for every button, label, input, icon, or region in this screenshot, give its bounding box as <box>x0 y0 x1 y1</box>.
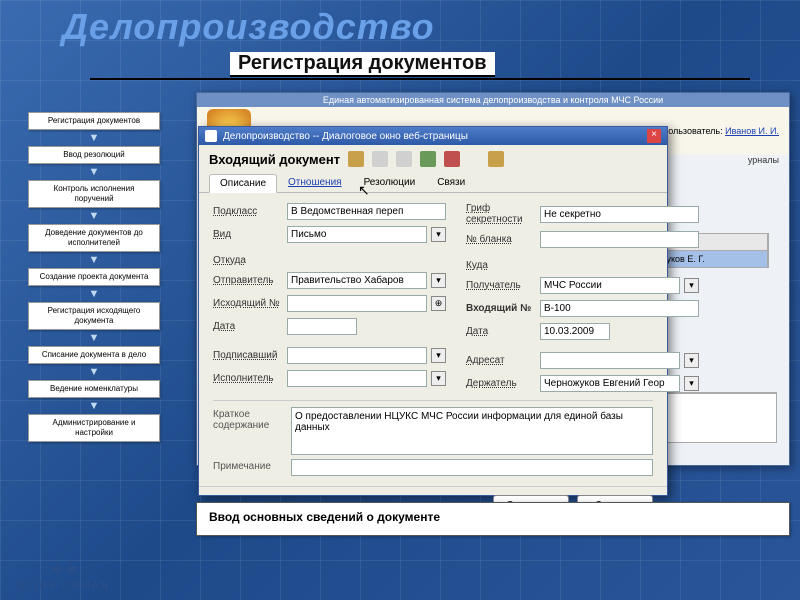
otprav-label: Отправитель <box>213 275 283 286</box>
derj-label: Держатель <box>466 378 536 389</box>
vid-input[interactable] <box>287 226 427 243</box>
poluch-label: Получатель <box>466 280 536 291</box>
adresat-input[interactable] <box>540 352 680 369</box>
sidebar-item-archive[interactable]: Списание документа в дело <box>28 346 160 364</box>
adresat-picker-icon[interactable]: ▾ <box>684 353 699 368</box>
ishno-picker-icon[interactable]: ⊕ <box>431 296 446 311</box>
otprav-input[interactable] <box>287 272 427 289</box>
prim-label: Примечание <box>213 459 283 476</box>
vid-picker-icon[interactable]: ▾ <box>431 227 446 242</box>
podpis-picker-icon[interactable]: ▾ <box>431 348 446 363</box>
vhno-input[interactable] <box>540 300 699 317</box>
data-out-label: Дата <box>213 321 283 332</box>
tab-resolutions[interactable]: Резолюции <box>353 173 427 192</box>
excel-icon[interactable] <box>420 151 436 167</box>
data-in-label: Дата <box>466 326 536 337</box>
tab-links[interactable]: Связи <box>426 173 476 192</box>
grif-input[interactable] <box>540 206 699 223</box>
ispol-picker-icon[interactable]: ▾ <box>431 371 446 386</box>
derj-input[interactable] <box>540 375 680 392</box>
kratkoe-label: Краткое содержание <box>213 407 283 455</box>
close-icon[interactable]: × <box>647 129 661 143</box>
poluch-picker-icon[interactable]: ▾ <box>684 278 699 293</box>
tab-description[interactable]: Описание <box>209 174 277 193</box>
podpis-label: Подписавший <box>213 350 283 361</box>
prim-input[interactable] <box>291 459 653 476</box>
page-title: Делопроизводство <box>62 6 435 48</box>
blank-label: № бланка <box>466 234 536 245</box>
kratkoe-textarea[interactable] <box>291 407 653 455</box>
sidebar-item-admin[interactable]: Администрирование и настройки <box>28 414 160 442</box>
data-out-input[interactable] <box>287 318 357 335</box>
app-titlebar: Единая автоматизированная система делопр… <box>197 93 789 107</box>
ispol-label: Исполнитель <box>213 373 283 384</box>
derj-picker-icon[interactable]: ▾ <box>684 376 699 391</box>
incoming-doc-dialog: Делопроизводство -- Диалоговое окно веб-… <box>198 126 668 496</box>
sidebar-item-outgoing[interactable]: Регистрация исходящего документа <box>28 302 160 330</box>
sidebar-item-resolutions[interactable]: Ввод резолюций <box>28 146 160 164</box>
otprav-picker-icon[interactable]: ▾ <box>431 273 446 288</box>
attach-icon[interactable] <box>488 151 504 167</box>
blank-input[interactable] <box>540 231 699 248</box>
otkuda-label: Откуда <box>213 255 283 266</box>
data-in-input[interactable] <box>540 323 610 340</box>
sidebar-item-register[interactable]: Регистрация документов <box>28 112 160 130</box>
journals-link[interactable]: урналы <box>748 155 779 165</box>
ishno-label: Исходящий № <box>213 298 283 309</box>
user-info: Пользователь: Иванов И. И. <box>662 126 779 136</box>
vendor-logo: ✶✶ STINS COMAN <box>18 560 110 592</box>
podklass-label: Подкласс <box>213 206 283 217</box>
print-icon[interactable] <box>372 151 388 167</box>
vhno-label: Входящий № <box>466 303 536 314</box>
dialog-icon <box>205 130 217 142</box>
podklass-input[interactable] <box>287 203 446 220</box>
dialog-tabs: Описание Отношения Резолюции Связи <box>199 173 667 193</box>
podpis-input[interactable] <box>287 347 427 364</box>
export-icon[interactable] <box>396 151 412 167</box>
page-subtitle: Регистрация документов <box>230 52 495 77</box>
sidebar-item-control[interactable]: Контроль исполнения поручений <box>28 180 160 208</box>
ispol-input[interactable] <box>287 370 427 387</box>
grif-label: Гриф секретности <box>466 203 536 225</box>
dialog-heading: Входящий документ <box>209 152 340 167</box>
vid-label: Вид <box>213 229 283 240</box>
kuda-label: Куда <box>466 260 536 271</box>
tab-relations[interactable]: Отношения <box>277 173 353 192</box>
doc-icon[interactable] <box>348 151 364 167</box>
ishno-input[interactable] <box>287 295 427 312</box>
poluch-input[interactable] <box>540 277 680 294</box>
adresat-label: Адресат <box>466 355 536 366</box>
user-link[interactable]: Иванов И. И. <box>725 126 779 136</box>
sidebar-item-nomenclature[interactable]: Ведение номенклатуры <box>28 380 160 398</box>
workflow-sidebar: Регистрация документов ▼ Ввод резолюций … <box>28 112 160 442</box>
sidebar-item-deliver[interactable]: Доведение документов до исполнителей <box>28 224 160 252</box>
dialog-titlebar: Делопроизводство -- Диалоговое окно веб-… <box>199 127 667 145</box>
caption-box: Ввод основных сведений о документе <box>196 502 790 536</box>
delete-icon[interactable] <box>444 151 460 167</box>
sidebar-item-create-draft[interactable]: Создание проекта документа <box>28 268 160 286</box>
